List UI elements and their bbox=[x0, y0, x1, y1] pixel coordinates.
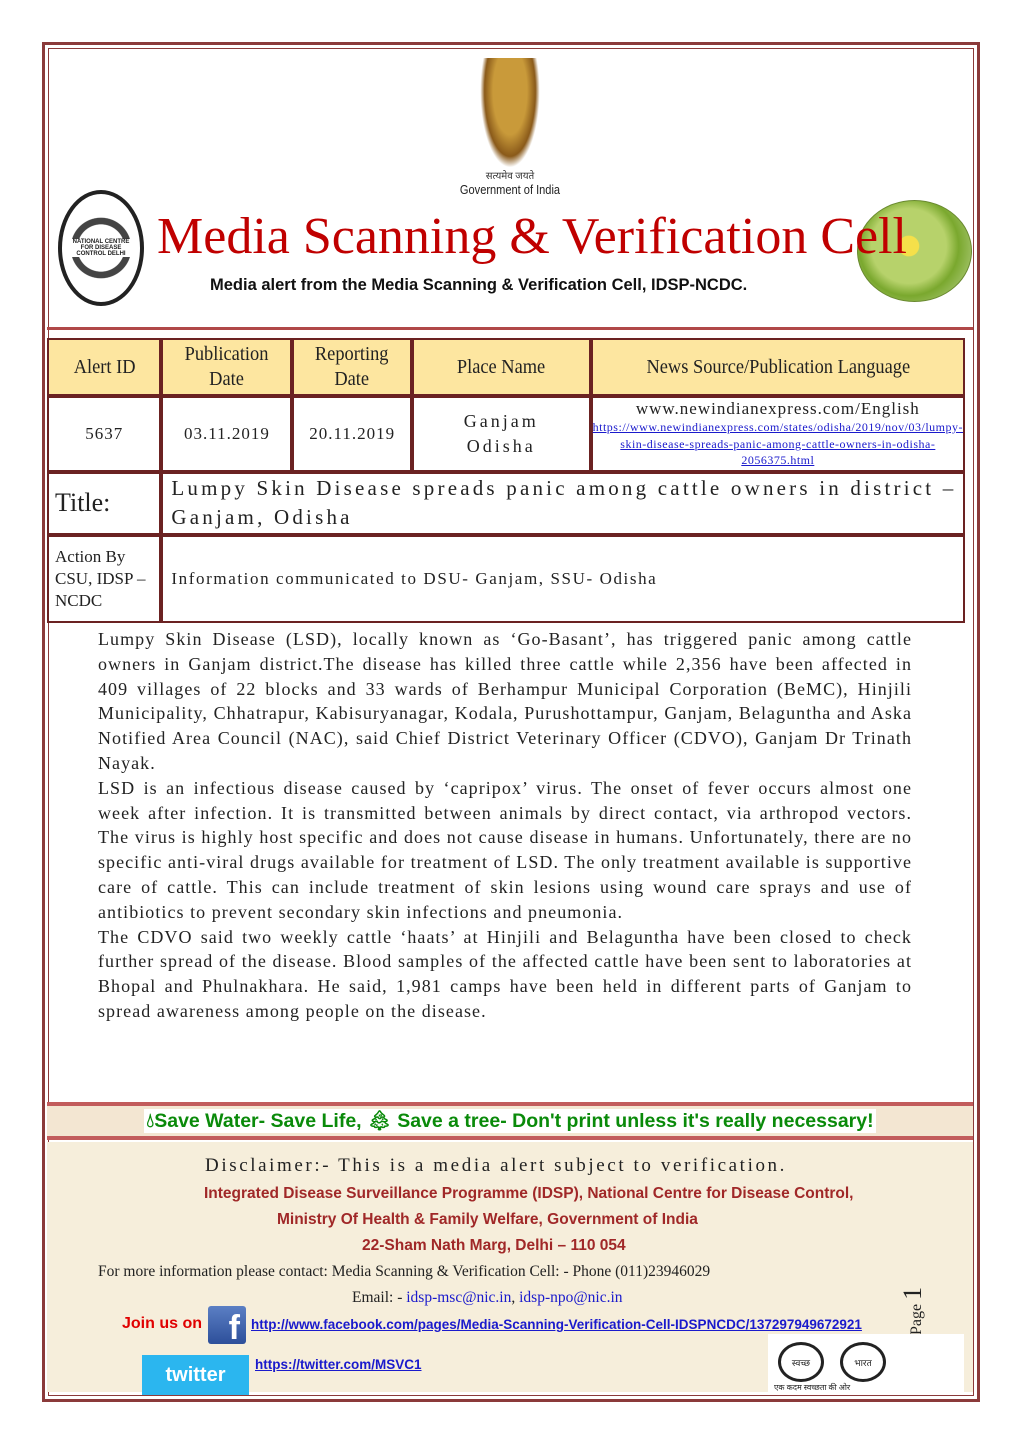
header-news-source: News Source/Publication Language bbox=[590, 338, 965, 396]
page-title: Media Scanning & Verification Cell bbox=[157, 208, 907, 265]
org-line-1: Integrated Disease Surveillance Programm… bbox=[204, 1185, 854, 1202]
email-link-npo[interactable]: idsp-npo@nic.in bbox=[519, 1289, 622, 1306]
header-alert-id: Alert ID bbox=[47, 338, 162, 396]
alert-id: 5637 bbox=[47, 396, 162, 472]
emblem-caption: Government of India bbox=[459, 182, 561, 197]
place-name: Ganjam Odisha bbox=[411, 396, 591, 472]
seal-text: NATIONAL CENTRE FOR DISEASE CONTROL DELH… bbox=[66, 239, 136, 257]
email-link-msc[interactable]: idsp-msc@nic.in bbox=[406, 1289, 511, 1306]
reporting-date: 20.11.2019 bbox=[292, 396, 412, 472]
save-tree-text: Save a tree- Don't print unless it's rea… bbox=[397, 1110, 874, 1132]
header-reporting-date: Reporting Date bbox=[292, 338, 412, 396]
page-number: Page 1 bbox=[898, 1286, 927, 1335]
join-us-label: Join us on bbox=[122, 1315, 202, 1332]
disclaimer: Disclaimer:- This is a media alert subje… bbox=[205, 1155, 787, 1176]
facebook-link[interactable]: http://www.facebook.com/pages/Media-Scan… bbox=[251, 1317, 862, 1332]
paragraph: LSD is an infectious disease caused by ‘… bbox=[98, 777, 912, 922]
page-subtitle: Media alert from the Media Scanning & Ve… bbox=[210, 276, 748, 294]
header-publication-date: Publication Date bbox=[161, 338, 293, 396]
org-address: 22-Sham Nath Marg, Delhi – 110 054 bbox=[362, 1237, 626, 1254]
divider bbox=[47, 327, 973, 330]
org-line-2: Ministry Of Health & Family Welfare, Gov… bbox=[277, 1211, 698, 1228]
alert-title: Lumpy Skin Disease spreads panic among c… bbox=[161, 472, 965, 535]
save-banner: 💧︎Save Water- Save Life, 🌲︎ Save a tree-… bbox=[47, 1102, 973, 1140]
swachh-left-lens: स्वच्छ bbox=[778, 1342, 824, 1382]
contact-info: For more information please contact: Med… bbox=[98, 1263, 711, 1280]
action-text: Information communicated to DSU- Ganjam,… bbox=[161, 534, 965, 623]
swachh-bharat-logo: स्वच्छ भारत एक कदम स्वच्छता की ओर bbox=[768, 1334, 964, 1394]
publication-date: 03.11.2019 bbox=[161, 396, 293, 472]
paragraph: The CDVO said two weekly cattle ‘haats’ … bbox=[98, 926, 912, 1021]
source-name: www.newindianexpress.com/English bbox=[635, 398, 920, 418]
swachh-tagline: एक कदम स्वच्छता की ओर bbox=[774, 1383, 851, 1392]
header-place-name: Place Name bbox=[411, 338, 591, 396]
ashoka-emblem-icon bbox=[480, 58, 540, 168]
save-water-text: Save Water- Save Life, bbox=[154, 1110, 362, 1132]
twitter-link[interactable]: https://twitter.com/MSVC1 bbox=[255, 1357, 422, 1372]
source-link[interactable]: https://www.newindianexpress.com/states/… bbox=[593, 419, 963, 469]
paragraph: Lumpy Skin Disease (LSD), locally known … bbox=[98, 629, 912, 773]
national-emblem: सत्यमेव जयते Government of India bbox=[460, 58, 560, 197]
twitter-icon[interactable]: twitter bbox=[142, 1355, 249, 1395]
emblem-motto: सत्यमेव जयते bbox=[485, 171, 535, 182]
email-line: Email: - idsp-msc@nic.in, idsp-npo@nic.i… bbox=[352, 1289, 623, 1306]
tree-icon: 🌲︎ bbox=[367, 1110, 392, 1132]
alert-table: Alert ID Publication Date Reporting Date… bbox=[47, 338, 965, 623]
swachh-right-lens: भारत bbox=[840, 1342, 886, 1382]
article-body: Lumpy Skin Disease (LSD), locally known … bbox=[98, 627, 912, 1024]
facebook-icon[interactable]: f bbox=[208, 1306, 246, 1344]
title-label: Title: bbox=[47, 472, 162, 535]
ncdc-seal-logo: NATIONAL CENTRE FOR DISEASE CONTROL DELH… bbox=[58, 190, 144, 306]
news-source: www.newindianexpress.com/English https://… bbox=[590, 396, 965, 472]
action-label: Action By CSU, IDSP –NCDC bbox=[47, 534, 162, 623]
